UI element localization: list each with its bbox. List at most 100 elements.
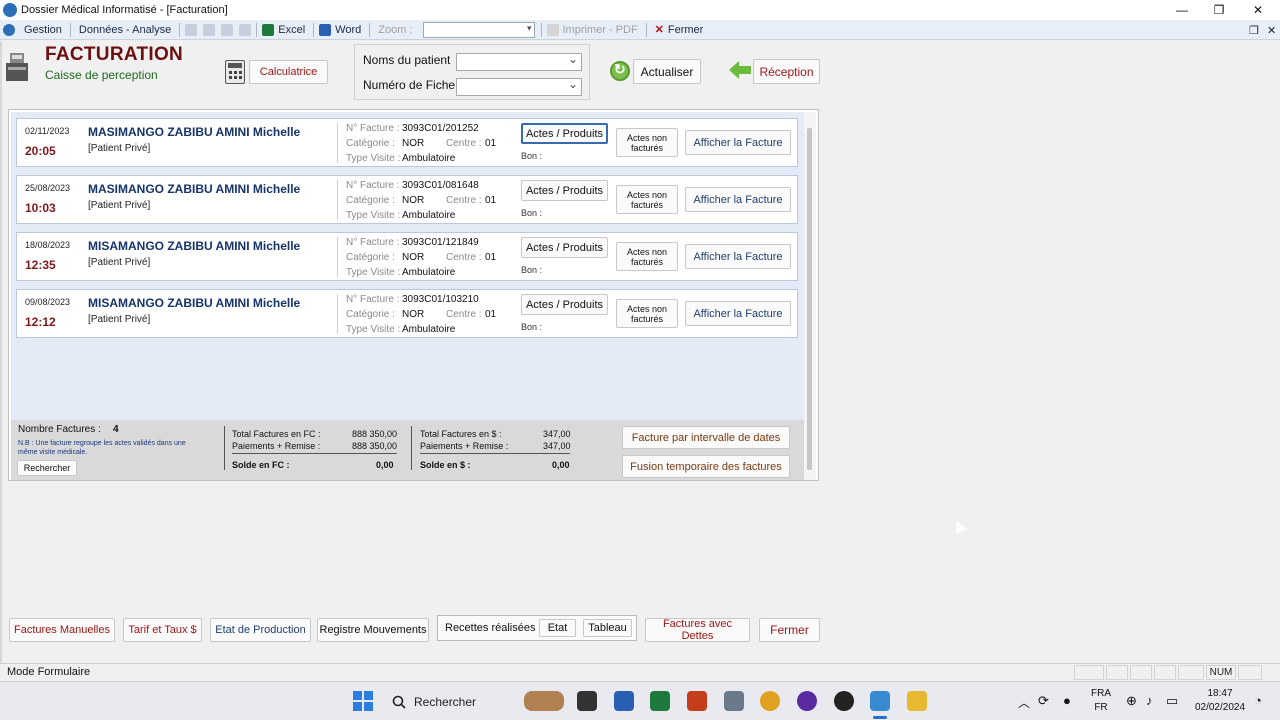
windows-start-icon[interactable]: [353, 691, 373, 711]
noms-patient-combo[interactable]: [456, 52, 582, 71]
list-scrollbar[interactable]: [804, 112, 816, 480]
categorie-value: NOR: [402, 252, 425, 263]
powerpoint-app-icon[interactable]: [687, 691, 707, 711]
summary-line: [232, 453, 397, 454]
actes-non-factures-button[interactable]: Actes non facturés: [616, 242, 678, 271]
search-icon: [392, 695, 406, 709]
main-area: FACTURATION Caisse de perception Calcula…: [0, 41, 1280, 663]
categorie-label: Catégorie :: [346, 138, 395, 149]
etat-production-button[interactable]: Etat de Production: [210, 618, 311, 642]
afficher-facture-button[interactable]: Afficher la Facture: [685, 244, 791, 269]
close-window-button[interactable]: ✕: [1238, 0, 1278, 20]
actes-produits-button[interactable]: Actes / Produits: [521, 180, 608, 201]
minimize-button[interactable]: —: [1162, 0, 1202, 20]
menu-gestion[interactable]: Gestion: [18, 20, 68, 40]
actes-produits-button[interactable]: Actes / Produits: [521, 294, 608, 315]
status-mode: Mode Formulaire: [7, 666, 91, 678]
menu-separator: [369, 22, 371, 37]
status-bar: Mode Formulaire NUM: [0, 663, 1280, 681]
fusion-factures-button[interactable]: Fusion temporaire des factures: [622, 455, 790, 478]
bon-label: Bon :: [521, 151, 543, 161]
status-cell: [1074, 665, 1104, 680]
clock-date[interactable]: 02/02/2024: [1190, 702, 1250, 713]
close-child-icon[interactable]: ✕: [1267, 20, 1276, 40]
word-app-icon[interactable]: [614, 691, 634, 711]
zoom-select[interactable]: [422, 21, 535, 38]
tray-chevron-icon[interactable]: ︿: [1018, 694, 1030, 711]
app-menu-icon[interactable]: [3, 23, 15, 36]
afficher-facture-button[interactable]: Afficher la Facture: [685, 187, 791, 212]
registre-mouvements-button[interactable]: Registre Mouvements: [317, 618, 429, 642]
title-bar: Dossier Médical Informatisé - [Facturati…: [0, 0, 1280, 20]
fermer-menu-button[interactable]: Fermer: [666, 20, 709, 40]
tools-app-icon[interactable]: [724, 691, 744, 711]
paiements-fc-value: 888 350,00: [352, 441, 398, 451]
fermer-button[interactable]: Fermer: [759, 618, 820, 642]
scrollbar-thumb[interactable]: [807, 128, 812, 470]
language-code[interactable]: FRA: [1088, 688, 1114, 699]
excel-button[interactable]: Excel: [277, 20, 311, 40]
app-mu-icon[interactable]: [797, 691, 817, 711]
actualiser-button[interactable]: Actualiser: [633, 59, 701, 84]
app-dark-icon[interactable]: [834, 691, 854, 711]
maximize-button[interactable]: ❐: [1199, 0, 1239, 20]
numero-fiche-combo[interactable]: [456, 77, 582, 96]
restore-child-icon[interactable]: ❐: [1249, 20, 1259, 40]
imprimer-pdf-button[interactable]: Imprimer - PDF: [562, 20, 644, 40]
mouse-cursor: [951, 518, 967, 534]
word-button[interactable]: Word: [334, 20, 367, 40]
fermer-x-icon: ✕: [654, 24, 664, 36]
taskbar-search[interactable]: Rechercher: [384, 689, 544, 715]
calculatrice-button[interactable]: Calculatrice: [249, 60, 328, 84]
volume-icon[interactable]: ♪: [1146, 693, 1153, 708]
type-visite-label: Type Visite :: [346, 267, 401, 278]
notification-icon[interactable]: ◔: [1254, 693, 1262, 708]
solde-usd-value: 0,00: [552, 460, 570, 470]
calculator-icon[interactable]: [225, 60, 245, 84]
sync-icon[interactable]: ⟳: [1038, 693, 1049, 709]
back-arrow-icon[interactable]: [729, 61, 751, 79]
menu-donnees-analyse[interactable]: Données - Analyse: [73, 20, 177, 40]
n-facture-value: 3093C01/103210: [402, 294, 479, 305]
afficher-facture-button[interactable]: Afficher la Facture: [685, 301, 791, 326]
bon-label: Bon :: [521, 265, 543, 275]
copy-icon: [185, 23, 198, 36]
refresh-icon[interactable]: [610, 61, 630, 81]
tableau-button[interactable]: Tableau: [583, 619, 632, 637]
etat-button[interactable]: Etat: [539, 619, 576, 637]
centre-value: 01: [485, 309, 497, 320]
rechercher-button[interactable]: Rechercher: [17, 460, 77, 476]
chrome-icon[interactable]: [760, 691, 780, 711]
patient-name: MASIMANGO ZABIBU AMINI Michelle: [88, 125, 301, 139]
bon-label: Bon :: [521, 208, 543, 218]
dossier-medical-app-icon[interactable]: [870, 691, 890, 711]
patient-type: [Patient Privé]: [88, 143, 151, 154]
battery-icon[interactable]: ▭: [1166, 693, 1178, 709]
type-visite-label: Type Visite :: [346, 324, 401, 335]
excel-app-icon[interactable]: [650, 691, 670, 711]
invoice-card: 25/08/2023 10:03 MASIMANGO ZABIBU AMINI …: [16, 175, 798, 224]
factures-dettes-button[interactable]: Factures avec Dettes: [645, 618, 750, 642]
microphone-icon[interactable]: ●: [1063, 693, 1071, 708]
reception-button[interactable]: Réception: [753, 59, 820, 84]
widget-icon[interactable]: [524, 691, 564, 711]
n-facture-label: N° Facture :: [346, 294, 400, 305]
actes-non-factures-button[interactable]: Actes non facturés: [616, 299, 678, 328]
factures-manuelles-button[interactable]: Factures Manuelles: [9, 618, 115, 642]
network-icon[interactable]: ⊕: [1126, 693, 1137, 709]
actes-non-factures-button[interactable]: Actes non facturés: [616, 185, 678, 214]
status-cell: [1154, 665, 1176, 680]
actes-produits-button[interactable]: Actes / Produits: [521, 123, 608, 144]
actes-non-factures-button[interactable]: Actes non facturés: [616, 128, 678, 157]
language-layout[interactable]: FR: [1088, 702, 1114, 713]
afficher-facture-button[interactable]: Afficher la Facture: [685, 130, 791, 155]
cash-register-icon: [6, 53, 28, 81]
n-facture-label: N° Facture :: [346, 237, 400, 248]
task-view-icon[interactable]: [577, 691, 597, 711]
facture-intervalle-button[interactable]: Facture par intervalle de dates: [622, 426, 790, 449]
clock-time[interactable]: 18:47: [1190, 688, 1250, 699]
centre-value: 01: [485, 252, 497, 263]
actes-produits-button[interactable]: Actes / Produits: [521, 237, 608, 258]
file-explorer-icon[interactable]: [907, 691, 927, 711]
tarif-taux-button[interactable]: Tarif et Taux $: [123, 618, 202, 642]
